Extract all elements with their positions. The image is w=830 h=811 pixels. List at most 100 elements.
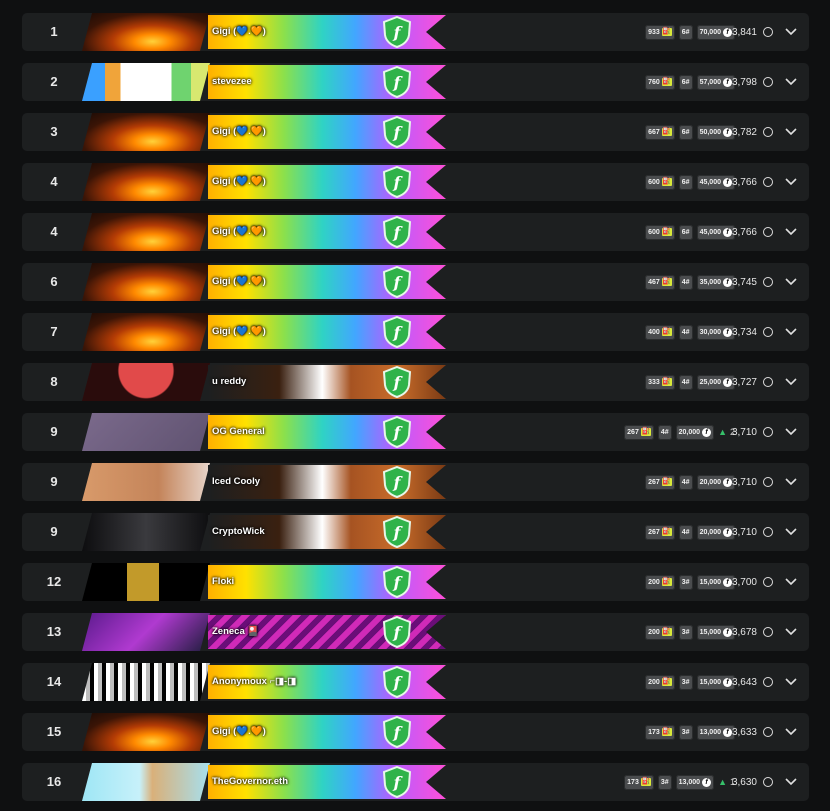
f-coin-icon: f [723,327,732,337]
leaderboard-row[interactable]: 7 Gigi (💙.🧡) f 400 ⛽ 4# 30,000 f 3,734 [22,313,809,351]
rank-number: 8 [50,374,58,389]
stats-group: 333 ⛽ 4# 25,000 f [645,363,735,401]
username[interactable]: Gigi (💙.🧡) [212,13,266,51]
gas-value: 267 [648,478,660,486]
leaderboard-row[interactable]: 3 Gigi (💙.🧡) f 667 ⛽ 6# 50,000 f 3,782 [22,113,809,151]
rank-number: 3 [50,124,58,139]
avatar [82,163,210,201]
circle-outline-icon [763,627,773,637]
f-coin-icon: f [723,77,732,87]
leaderboard-row[interactable]: 9 CryptoWick f 267 ⛽ 4# 20,000 f 3,710 [22,513,809,551]
chevron-down-icon[interactable] [783,463,799,501]
leaderboard-row[interactable]: 13 Zeneca 🎴 f 200 ⛽ 3# 15,000 f 3,678 [22,613,809,651]
token-chip: 20,000 f [675,424,715,440]
username[interactable]: Gigi (💙.🧡) [212,713,266,751]
chevron-down-icon[interactable] [783,313,799,351]
circle-outline-icon [763,477,773,487]
f-coin-icon: f [723,477,732,487]
gas-value: 200 [648,678,660,686]
leaderboard-row[interactable]: 1 Gigi (💙.🧡) f 933 ⛽ 6# 70,000 f 3,841 [22,13,809,51]
leaderboard-row[interactable]: 9 OG General f 267 ⛽ 4# 20,000 f ▲ 2 3,710 [22,413,809,451]
chevron-down-icon[interactable] [783,213,799,251]
gas-chip: 400 ⛽ [645,324,675,340]
chevron-down-icon[interactable] [783,613,799,651]
leaderboard-row[interactable]: 12 Floki f 200 ⛽ 3# 15,000 f 3,700 [22,563,809,601]
gas-pump-icon: ⛽ [661,378,672,386]
score-value: 3,678 [731,626,757,638]
gas-value: 200 [648,628,660,636]
leaderboard-row[interactable]: 4 Gigi (💙.🧡) f 600 ⛽ 6# 45,000 f 3,766 [22,213,809,251]
level-chip: 6# [678,224,693,240]
gas-pump-icon: ⛽ [661,128,672,136]
circle-outline-icon [763,427,773,437]
username[interactable]: Gigi (💙.🧡) [212,113,266,151]
rank-number: 9 [50,524,58,539]
leaderboard-row[interactable]: 8u reddy f 333 ⛽ 4# 25,000 f 3,727 [22,363,809,401]
gas-pump-icon: ⛽ [661,228,672,236]
leaderboard-row[interactable]: 4 Gigi (💙.🧡) f 600 ⛽ 6# 45,000 f 3,766 [22,163,809,201]
score-value: 3,782 [731,126,757,138]
avatar [82,213,210,251]
rank-number: 9 [50,424,58,439]
gas-value: 760 [648,78,660,86]
username[interactable]: u reddy [212,363,246,401]
username[interactable]: stevezee [212,63,252,101]
avatar [82,713,210,751]
username[interactable]: CryptoWick [212,513,265,551]
level-chip: 4# [678,274,693,290]
chevron-down-icon[interactable] [783,663,799,701]
chevron-down-icon[interactable] [783,763,799,801]
rank-number: 12 [46,574,62,589]
token-value: 20,000 [699,478,721,486]
leaderboard-row[interactable]: 14 Anonymoux ⌐◨-◨ f 200 ⛽ 3# 15,000 f 3,643 [22,663,809,701]
avatar [82,263,210,301]
leaderboard-row[interactable]: 16 TheGovernor.eth f 173 ⛽ 3# 13,000 f ▲ 1 3,630 [22,763,809,801]
username[interactable]: Gigi (💙.🧡) [212,263,266,301]
gas-chip: 933 ⛽ [645,24,675,40]
chevron-down-icon[interactable] [783,363,799,401]
stats-group: 933 ⛽ 6# 70,000 f [645,13,735,51]
username[interactable]: Floki [212,563,234,601]
avatar [82,363,210,401]
chevron-down-icon[interactable] [783,413,799,451]
gas-value: 267 [648,528,660,536]
username[interactable]: Gigi (💙.🧡) [212,213,266,251]
f-coin-icon: f [723,127,732,137]
stats-group: 267 ⛽ 4# 20,000 f [645,513,735,551]
username[interactable]: TheGovernor.eth [212,763,288,801]
f-coin-icon: f [723,627,732,637]
token-chip: 15,000 f [696,624,735,640]
username[interactable]: Anonymoux ⌐◨-◨ [212,663,296,701]
leaderboard-row[interactable]: 15 Gigi (💙.🧡) f 173 ⛽ 3# 13,000 f 3,633 [22,713,809,751]
chevron-down-icon[interactable] [783,113,799,151]
username[interactable]: Zeneca 🎴 [212,613,259,651]
gas-value: 333 [648,378,660,386]
gas-pump-icon: ⛽ [661,478,672,486]
chevron-down-icon[interactable] [783,263,799,301]
token-value: 45,000 [699,178,721,186]
token-value: 45,000 [699,228,721,236]
score-value: 3,734 [731,326,757,338]
token-value: 20,000 [678,428,701,436]
avatar [82,563,210,601]
f-coin-icon: f [723,227,732,237]
token-value: 15,000 [699,578,721,586]
leaderboard-row[interactable]: 6 Gigi (💙.🧡) f 467 ⛽ 4# 35,000 f 3,745 [22,263,809,301]
chevron-down-icon[interactable] [783,13,799,51]
score-value: 3,710 [731,526,757,538]
chevron-down-icon[interactable] [783,563,799,601]
leaderboard-row[interactable]: 9 Iced Cooly f 267 ⛽ 4# 20,000 f 3,710 [22,463,809,501]
chevron-down-icon[interactable] [783,513,799,551]
leaderboard-row[interactable]: 2 stevezee f 760 ⛽ 6# 57,000 f 3,798 [22,63,809,101]
avatar [82,763,210,801]
username[interactable]: OG General [212,413,265,451]
username[interactable]: Iced Cooly [212,463,260,501]
chevron-down-icon[interactable] [783,163,799,201]
rank-number: 4 [50,174,58,189]
chevron-down-icon[interactable] [783,63,799,101]
gas-chip: 267 ⛽ [645,474,675,490]
stats-group: 267 ⛽ 4# 20,000 f [645,463,735,501]
chevron-down-icon[interactable] [783,713,799,751]
username[interactable]: Gigi (💙.🧡) [212,313,266,351]
username[interactable]: Gigi (💙.🧡) [212,163,266,201]
